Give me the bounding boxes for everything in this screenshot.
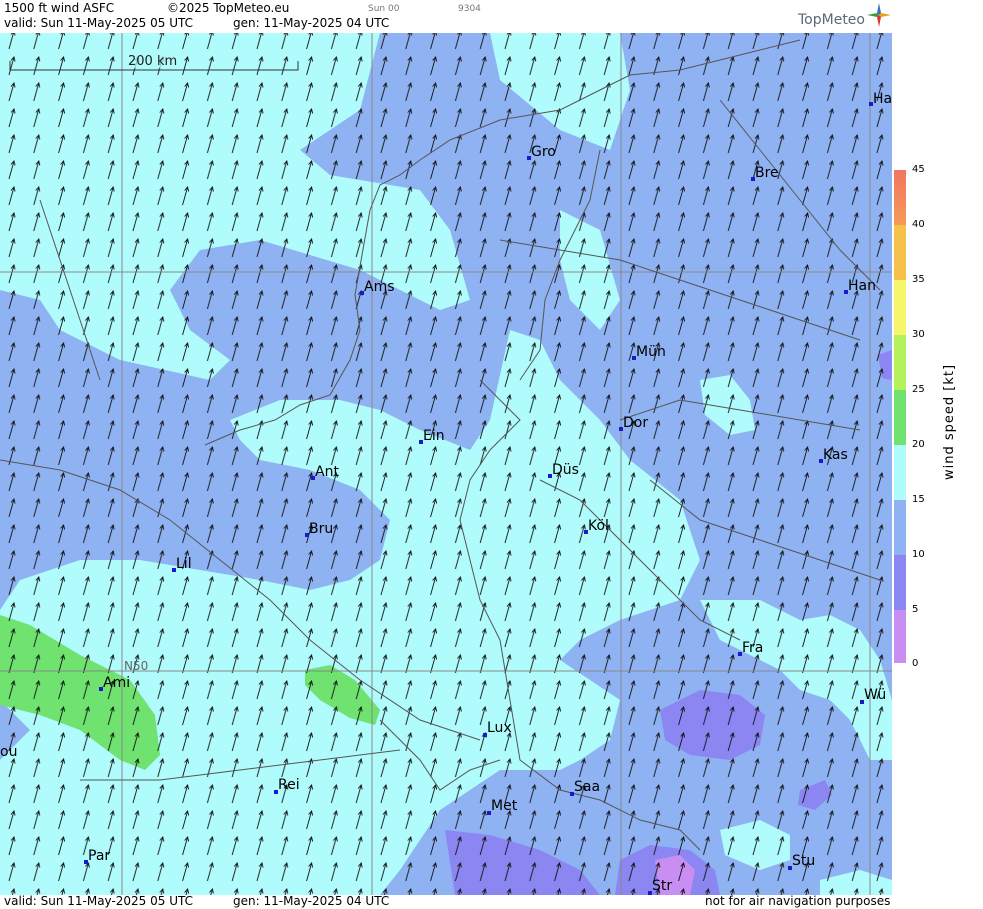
- city-label: Kas: [823, 447, 848, 463]
- footer-generation-time: gen: 11-May-2025 04 UTC: [233, 894, 390, 908]
- city-label: Dor: [623, 415, 648, 431]
- city-label: Bre: [755, 165, 779, 181]
- run-code: 9304: [458, 4, 481, 14]
- city-label: Stu: [792, 853, 815, 869]
- generation-time: gen: 11-May-2025 04 UTC: [233, 16, 390, 30]
- legend-tick: 15: [912, 494, 925, 505]
- latitude-label: N50: [124, 659, 148, 673]
- city-label: Fra: [742, 640, 763, 656]
- legend-tick: 45: [912, 164, 925, 175]
- map-header: 1500 ft wind ASFC ©2025 TopMeteo.eu Sun …: [0, 0, 892, 33]
- map-footer: valid: Sun 11-May-2025 05 UTC gen: 11-Ma…: [0, 894, 892, 909]
- legend-tick: 10: [912, 549, 925, 560]
- scale-label: 200 km: [128, 54, 177, 69]
- legend-tick: 20: [912, 439, 925, 450]
- city-label: Mün: [636, 344, 666, 360]
- city-label: Bru: [309, 521, 333, 537]
- legend-color-bar: [894, 170, 906, 663]
- city-label: Ein: [423, 428, 445, 444]
- city-label: Rei: [278, 777, 300, 793]
- city-label: Lil: [176, 556, 192, 572]
- city-label: Gro: [531, 144, 556, 160]
- city-label: Par: [88, 848, 110, 864]
- city-label: Wü: [864, 687, 886, 703]
- city-label: Ha: [873, 91, 892, 107]
- legend-title: wind speed [kt]: [942, 363, 957, 480]
- city-label: Met: [491, 798, 518, 814]
- city-label: Ant: [315, 464, 339, 480]
- city-label: Ams: [364, 279, 395, 295]
- legend-tick: 40: [912, 219, 925, 230]
- legend-tick: 0: [912, 658, 919, 669]
- legend-tick: 5: [912, 604, 919, 615]
- brand-logo-text: TopMeteo: [798, 12, 865, 28]
- legend-tick: 30: [912, 329, 925, 340]
- wind-map[interactable]: N50 200 km Ha Gro Bre Ams Han Mün Dor Ei…: [0, 33, 892, 895]
- color-legend: 45 40 35 30 25 20 15 10 5 0 wind speed […: [892, 0, 983, 909]
- city-label: Köl: [588, 518, 609, 534]
- legend-tick: 35: [912, 274, 925, 285]
- city-label: Ami: [103, 675, 130, 691]
- city-label: Saa: [574, 779, 600, 795]
- compass-logo-icon: [867, 3, 891, 27]
- valid-time: valid: Sun 11-May-2025 05 UTC: [4, 16, 193, 30]
- time-code: Sun 00: [368, 4, 400, 14]
- city-label: Str: [652, 878, 672, 894]
- product-title: 1500 ft wind ASFC: [4, 1, 115, 15]
- copyright: ©2025 TopMeteo.eu: [167, 1, 290, 15]
- city-label: Düs: [552, 462, 579, 478]
- city-label: Han: [848, 278, 876, 294]
- city-label: ou: [0, 744, 17, 760]
- footer-valid-time: valid: Sun 11-May-2025 05 UTC: [4, 894, 193, 908]
- wind-arrows: [0, 33, 892, 895]
- legend-tick: 25: [912, 384, 925, 395]
- disclaimer: not for air navigation purposes: [705, 894, 891, 908]
- city-label: Lux: [487, 720, 512, 736]
